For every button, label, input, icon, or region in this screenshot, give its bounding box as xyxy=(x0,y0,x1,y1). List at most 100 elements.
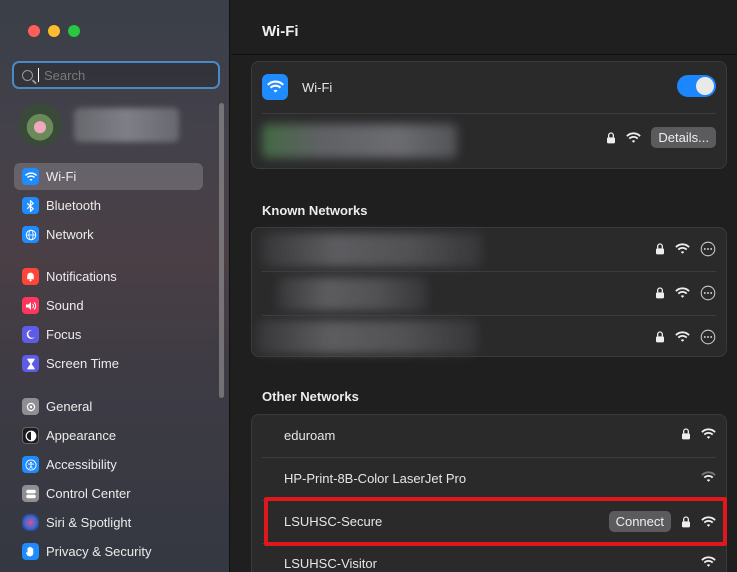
sidebar-item-sound[interactable]: Sound xyxy=(14,292,203,319)
wifi-signal-icon xyxy=(701,556,716,568)
account-name-redacted xyxy=(74,108,179,142)
known-network-controls xyxy=(655,329,716,345)
sidebar-item-wifi[interactable]: Wi-Fi xyxy=(14,163,203,190)
control-center-icon xyxy=(22,485,39,502)
hourglass-icon xyxy=(22,355,39,372)
close-window-button[interactable] xyxy=(28,25,40,37)
speaker-icon xyxy=(22,297,39,314)
bell-icon xyxy=(22,268,39,285)
wifi-signal-icon xyxy=(701,428,716,440)
appearance-icon xyxy=(22,427,39,444)
sidebar-scrollbar[interactable] xyxy=(219,103,224,398)
gear-icon xyxy=(22,398,39,415)
header: Wi-Fi xyxy=(231,0,737,55)
sidebar-item-label: Focus xyxy=(46,327,82,342)
sidebar-item-siri-spotlight[interactable]: Siri & Spotlight xyxy=(14,509,203,536)
sidebar-item-screen-time[interactable]: Screen Time xyxy=(14,350,203,377)
siri-icon xyxy=(22,514,39,531)
known-networks-title: Known Networks xyxy=(262,203,368,218)
known-network-row[interactable] xyxy=(252,272,726,315)
network-controls xyxy=(681,428,716,440)
sidebar-item-privacy-security[interactable]: Privacy & Security xyxy=(14,538,203,565)
search-input[interactable] xyxy=(44,67,204,83)
more-options-icon[interactable] xyxy=(700,285,716,301)
accessibility-icon xyxy=(22,456,39,473)
sidebar-item-label: Network xyxy=(46,227,94,242)
sidebar-item-label: Siri & Spotlight xyxy=(46,515,132,530)
wifi-icon xyxy=(22,168,39,185)
other-network-row[interactable]: HP-Print-8B-Color LaserJet Pro xyxy=(252,458,726,500)
lock-icon xyxy=(655,331,665,343)
page-title: Wi-Fi xyxy=(262,23,299,40)
sidebar-item-label: Bluetooth xyxy=(46,198,101,213)
current-network-row[interactable]: Details... xyxy=(252,114,726,169)
sidebar-item-bluetooth[interactable]: Bluetooth xyxy=(14,192,203,219)
sidebar-item-notifications[interactable]: Notifications xyxy=(14,263,203,290)
other-network-row[interactable]: eduroam xyxy=(252,415,726,457)
sidebar: Wi-Fi Bluetooth Network Notifications So… xyxy=(0,0,230,572)
network-controls xyxy=(701,471,716,483)
wifi-toggle[interactable] xyxy=(677,75,716,97)
current-network-controls: Details... xyxy=(606,127,716,148)
wifi-toggle-row: Wi-Fi xyxy=(252,73,726,101)
wifi-signal-icon xyxy=(675,243,690,255)
highlight-box xyxy=(264,497,727,546)
wifi-icon xyxy=(262,74,288,100)
sidebar-item-label: Accessibility xyxy=(46,457,117,472)
sidebar-item-label: Privacy & Security xyxy=(46,544,152,559)
known-network-row[interactable] xyxy=(252,316,726,358)
network-name-redacted xyxy=(277,277,427,311)
other-network-row[interactable]: LSUHSC-Visitor xyxy=(252,544,726,572)
search-icon xyxy=(22,69,33,81)
hand-icon xyxy=(22,543,39,560)
other-networks-title: Other Networks xyxy=(262,389,359,404)
moon-icon xyxy=(22,326,39,343)
sidebar-item-accessibility[interactable]: Accessibility xyxy=(14,451,203,478)
network-name-redacted xyxy=(262,233,482,267)
current-network-name-redacted xyxy=(262,124,457,158)
lock-icon xyxy=(606,131,616,144)
bluetooth-icon xyxy=(22,197,39,214)
lock-icon xyxy=(655,287,665,299)
sidebar-item-label: Wi-Fi xyxy=(46,169,77,184)
sidebar-item-focus[interactable]: Focus xyxy=(14,321,203,348)
main-pane: Wi-Fi Wi-Fi Details... Known Networks Ot… xyxy=(231,0,737,572)
more-options-icon[interactable] xyxy=(700,241,716,257)
minimize-window-button[interactable] xyxy=(48,25,60,37)
network-name: LSUHSC-Visitor xyxy=(284,556,377,571)
sidebar-item-network[interactable]: Network xyxy=(14,221,203,248)
network-controls xyxy=(701,556,716,568)
sidebar-item-label: General xyxy=(46,399,93,414)
network-name: HP-Print-8B-Color LaserJet Pro xyxy=(284,471,467,486)
wifi-signal-icon xyxy=(701,471,716,483)
sidebar-item-label: Screen Time xyxy=(46,356,119,371)
sidebar-item-label: Notifications xyxy=(46,269,117,284)
details-button[interactable]: Details... xyxy=(651,127,716,148)
lock-icon xyxy=(681,428,691,440)
sidebar-item-appearance[interactable]: Appearance xyxy=(14,422,203,449)
sidebar-item-label: Sound xyxy=(46,298,84,313)
sidebar-item-label: Control Center xyxy=(46,486,131,501)
wifi-signal-icon xyxy=(626,131,642,144)
zoom-window-button[interactable] xyxy=(68,25,80,37)
network-name-redacted xyxy=(257,320,477,354)
wifi-label: Wi-Fi xyxy=(302,79,333,95)
search-field[interactable] xyxy=(12,61,220,89)
network-name: eduroam xyxy=(284,428,336,443)
wifi-card: Wi-Fi Details... xyxy=(251,61,727,169)
known-networks-card xyxy=(251,227,727,357)
window-controls xyxy=(28,25,80,37)
sidebar-item-label: Appearance xyxy=(46,428,117,443)
known-network-row[interactable] xyxy=(252,228,726,271)
known-network-controls xyxy=(655,285,716,301)
more-options-icon[interactable] xyxy=(700,329,716,345)
sidebar-item-control-center[interactable]: Control Center xyxy=(14,480,203,507)
globe-icon xyxy=(22,226,39,243)
other-networks-card: eduroam HP-Print-8B-Color LaserJet Pro L… xyxy=(251,414,727,572)
avatar xyxy=(18,103,62,147)
apple-account[interactable] xyxy=(18,103,179,147)
lock-icon xyxy=(655,243,665,255)
sidebar-item-general[interactable]: General xyxy=(14,393,203,420)
wifi-signal-icon xyxy=(675,331,690,343)
text-caret xyxy=(38,68,39,82)
